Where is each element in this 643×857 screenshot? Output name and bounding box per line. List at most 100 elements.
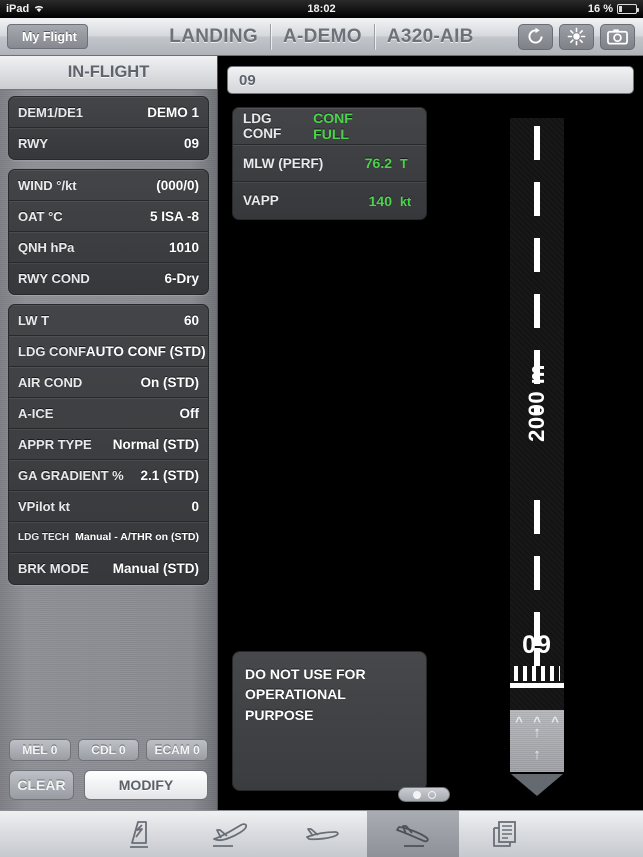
parameter-value: 6-Dry	[164, 271, 199, 286]
parameter-value: 1010	[168, 239, 199, 255]
navbar-titles: LANDING A-DEMO A320-AIB	[0, 23, 643, 50]
disclaimer-box: DO NOT USE FOR OPERATIONAL PURPOSE	[232, 651, 427, 791]
parameter-group: WIND °/kt (000/0) OAT °C 5 ISA -8 QNH hPa 101…	[8, 169, 209, 295]
parameter-value: 0	[191, 498, 199, 514]
parameter-label: LDG CONF	[18, 343, 86, 359]
sidebar-header: IN-FLIGHT	[0, 56, 217, 90]
status-bar-right: 16 %	[587, 3, 639, 15]
tab-spacer	[0, 811, 92, 857]
parameter-row[interactable]: BRK MODE Manual (STD)	[9, 553, 208, 584]
parameter-label: BRK MODE	[18, 561, 89, 576]
parameter-row[interactable]: WIND °/kt (000/0)	[9, 170, 208, 201]
status-pill-row: MEL 0 CDL 0 ECAM 0	[9, 739, 209, 761]
threshold-markings	[514, 666, 560, 681]
device-label: iPad	[6, 3, 30, 15]
cruise-icon	[305, 828, 339, 841]
parameter-value: Normal (STD)	[112, 436, 199, 452]
page-dot-active[interactable]	[412, 790, 421, 799]
parameter-label: LW T	[18, 312, 50, 328]
parameter-value: Manual - A/THR on (STD)	[75, 531, 199, 543]
parameter-value: AUTO CONF (STD)	[85, 343, 206, 359]
parameter-row[interactable]: APPR TYPE Normal (STD)	[9, 429, 208, 460]
threshold-line	[510, 683, 564, 688]
parameter-value: On (STD)	[140, 374, 200, 390]
takeoff-icon	[212, 823, 247, 847]
bottom-tab-bar	[0, 810, 643, 857]
battery-percent: 16 %	[587, 3, 613, 15]
action-button-row: CLEAR MODIFY	[9, 770, 208, 800]
main-panel: 09 LDG CONF CONF FULL MLW (PERF) 76.2 T VAPP 1…	[218, 56, 643, 810]
title-phase: LANDING	[169, 25, 258, 47]
parameter-label: QNH hPa	[18, 239, 75, 255]
parameter-label: OAT °C	[18, 208, 63, 224]
parameter-row[interactable]: A-ICE Off	[9, 398, 208, 429]
runway-length-label: 2000 m	[524, 364, 549, 442]
status-pill[interactable]: CDL 0	[77, 739, 140, 761]
parameter-group: LW T 60 LDG CONF AUTO CONF (STD) AIR COND On …	[8, 304, 209, 585]
parameter-row[interactable]: LDG CONF AUTO CONF (STD)	[9, 336, 208, 367]
parameter-label: APPR TYPE	[18, 436, 92, 452]
parameter-label: DEM1/DE1	[18, 104, 84, 120]
page-indicator[interactable]	[398, 787, 450, 802]
approach-direction-marker	[511, 774, 563, 796]
parameter-row[interactable]: QNH hPa 1010	[9, 232, 208, 263]
parameter-value: DEMO 1	[147, 104, 199, 120]
arrow-up-icon: ↑	[533, 746, 541, 763]
wifi-icon	[33, 3, 45, 16]
tab-cruise[interactable]	[276, 811, 368, 857]
parameter-row[interactable]: GA GRADIENT % 2.1 (STD)	[9, 460, 208, 491]
parameter-value: 09	[183, 136, 199, 151]
parameter-row[interactable]: OAT °C 5 ISA -8	[9, 201, 208, 232]
status-bar-left: iPad	[6, 3, 45, 16]
title-aircraft: A320-AIB	[386, 25, 474, 47]
parameter-row[interactable]: RWY 09	[9, 128, 208, 159]
parameter-label: A-ICE	[18, 405, 54, 421]
parameter-row[interactable]: DEM1/DE1 DEMO 1	[9, 97, 208, 128]
parameter-label: VPilot kt	[18, 498, 71, 514]
arrow-up-icon: ↑	[533, 724, 541, 741]
app-root: iPad 18:02 16 % My Flight LANDING A-DEMO…	[0, 0, 643, 857]
parameter-value: 60	[183, 312, 199, 328]
ios-status-bar: iPad 18:02 16 %	[0, 0, 643, 18]
parameter-value: 5 ISA -8	[149, 208, 199, 224]
status-pill[interactable]: ECAM 0	[146, 739, 209, 761]
sidebar-footer: MEL 0 CDL 0 ECAM 0 CLEAR MODIFY	[0, 739, 217, 810]
clear-button[interactable]: CLEAR	[9, 770, 74, 800]
parameter-value: (000/0)	[156, 177, 199, 193]
stopway-area: ^ ^ ^ ↑ ↑	[510, 710, 564, 772]
disclaimer-line-2: OPERATIONAL PURPOSE	[245, 686, 346, 723]
parameter-label: WIND °/kt	[18, 177, 77, 193]
parameter-label: RWY COND	[18, 271, 90, 286]
sidebar-parameter-list: DEM1/DE1 DEMO 1 RWY 09 WIND °/kt (000/0) OAT °…	[0, 90, 217, 585]
clock: 18:02	[307, 3, 336, 15]
modify-button[interactable]: MODIFY	[84, 770, 208, 800]
tab-tail-fin[interactable]	[92, 811, 184, 857]
parameter-label: AIR COND	[18, 374, 83, 390]
sidebar: IN-FLIGHT DEM1/DE1 DEMO 1 RWY 09 WIND °/kt (0…	[0, 56, 218, 810]
parameter-label: LDG TECH	[18, 531, 70, 543]
tab-documents[interactable]	[459, 811, 551, 857]
tab-spacer	[551, 811, 643, 857]
title-airport: A-DEMO	[282, 25, 362, 47]
parameter-value: Off	[179, 405, 200, 421]
parameter-label: RWY	[18, 136, 49, 151]
parameter-value: Manual (STD)	[112, 561, 199, 576]
parameter-row[interactable]: RWY COND 6-Dry	[9, 263, 208, 294]
ld-label: LD 1085 m	[638, 431, 643, 460]
parameter-row[interactable]: LDG TECH Manual - A/THR on (STD)	[9, 522, 208, 553]
factored-ld-label: Factored LD 1248 m	[638, 376, 643, 419]
disclaimer-line-1: DO NOT USE FOR	[245, 666, 366, 682]
parameter-row[interactable]: VPilot kt 0	[9, 491, 208, 522]
page-dot[interactable]	[427, 790, 436, 799]
tab-landing[interactable]	[367, 811, 460, 857]
parameter-row[interactable]: AIR COND On (STD)	[9, 367, 208, 398]
tail-fin-icon	[129, 821, 148, 848]
parameter-group: DEM1/DE1 DEMO 1 RWY 09	[8, 96, 209, 160]
status-pill[interactable]: MEL 0	[9, 739, 71, 761]
navigation-toolbar: My Flight LANDING A-DEMO A320-AIB	[0, 18, 643, 56]
parameter-row[interactable]: LW T 60	[9, 305, 208, 336]
tab-takeoff[interactable]	[184, 811, 276, 857]
landing-icon	[396, 825, 430, 847]
parameter-value: 2.1 (STD)	[140, 467, 199, 483]
parameter-label: GA GRADIENT %	[18, 467, 124, 483]
